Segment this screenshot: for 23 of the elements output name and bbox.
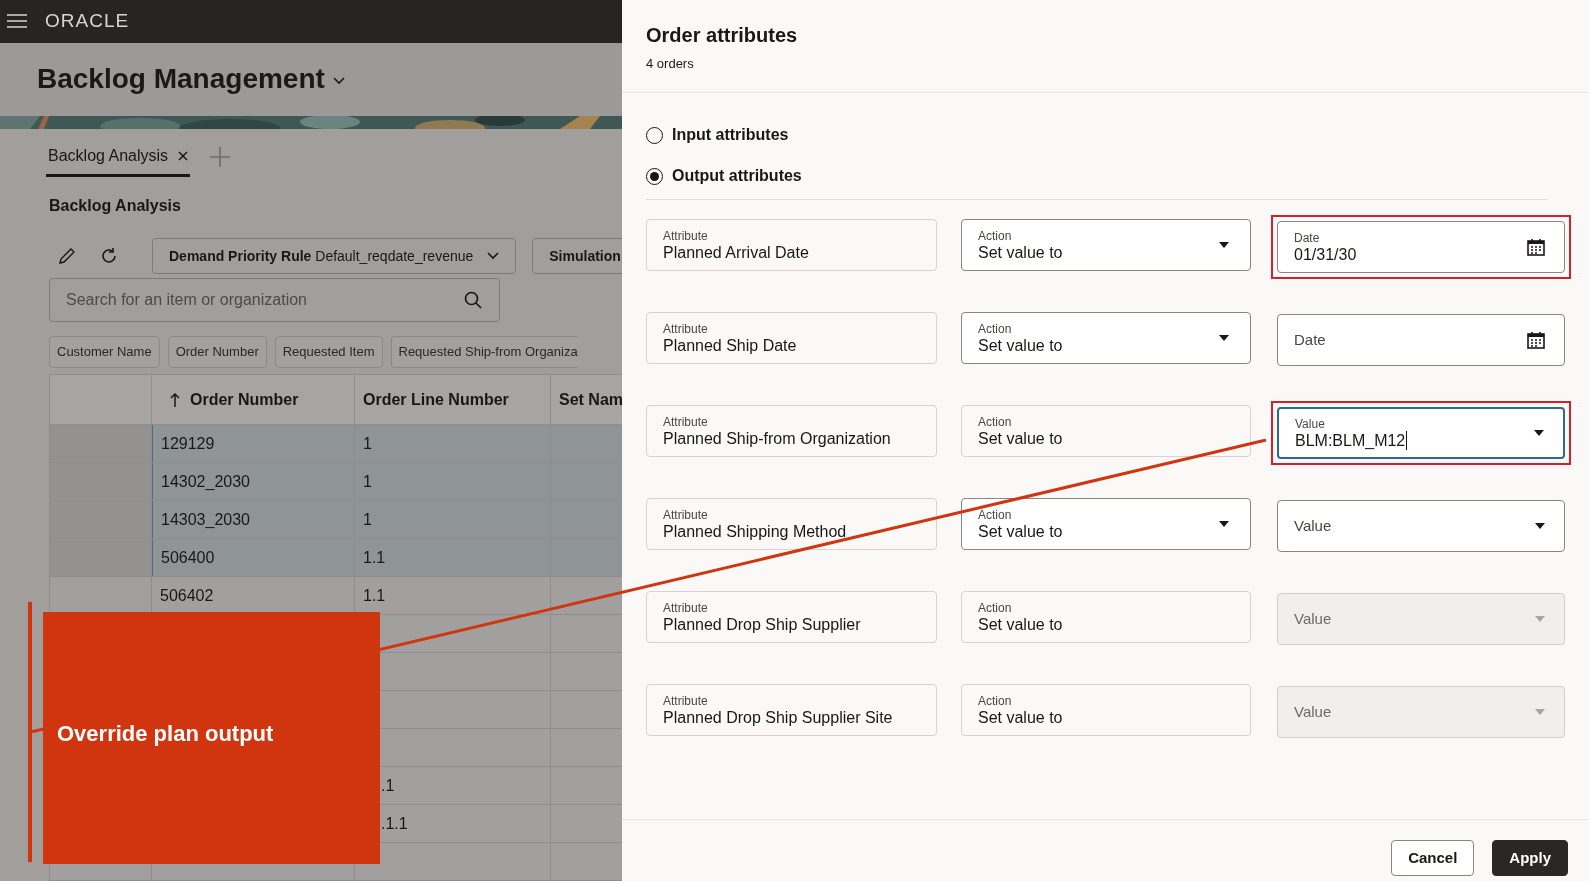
table-cell-text: 506400 <box>161 547 215 568</box>
table-cell-text: 129129 <box>161 433 215 454</box>
table-cell-text: 1 <box>363 509 372 530</box>
table-cell-text: 1.1 <box>363 585 386 606</box>
panel-subtitle: 4 orders <box>646 55 694 73</box>
page-title: Backlog Management <box>37 62 325 97</box>
attribute-field: Attribute Planned Drop Ship Supplier <box>646 591 937 643</box>
panel-title: Order attributes <box>646 23 798 48</box>
table-cell-text: 14302_2030 <box>161 471 250 492</box>
attribute-field: Attribute Planned Ship-from Organization <box>646 405 937 457</box>
attribute-field: Attribute Planned Shipping Method <box>646 498 937 550</box>
attribute-field: Attribute Planned Arrival Date <box>646 219 937 271</box>
table-cell-text: 1 <box>363 471 372 492</box>
attribute-field: Attribute Planned Drop Ship Supplier Site <box>646 684 937 736</box>
table-cell-text: 1.1 <box>363 547 386 568</box>
table-cell-text: .1 <box>381 775 395 796</box>
attribute-field: Attribute Planned Ship Date <box>646 312 937 364</box>
table-cell-text: 1 <box>363 433 372 454</box>
table-cell-text: .1.1 <box>381 813 408 834</box>
table-cell-text: 14303_2030 <box>161 509 250 530</box>
callout-tooltip: Override plan output <box>43 612 380 864</box>
table-cell-text: 506402 <box>160 585 214 606</box>
section-title: Backlog Analysis <box>48 196 181 216</box>
